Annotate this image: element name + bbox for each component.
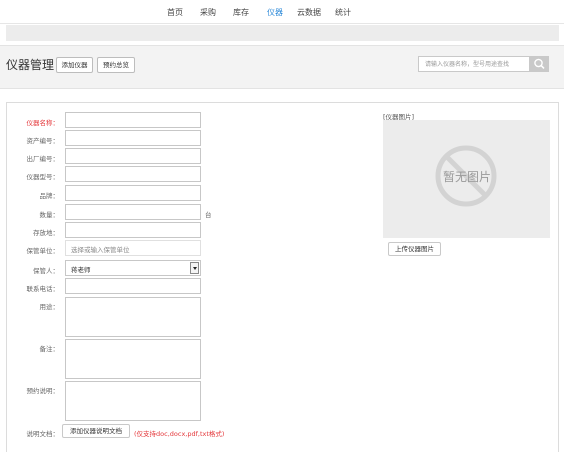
usage-textarea[interactable] bbox=[65, 297, 201, 337]
image-preview: 暂无图片 bbox=[383, 120, 550, 238]
nav-purchase[interactable]: 采购 bbox=[200, 7, 216, 18]
booking-overview-button[interactable]: 预约总览 bbox=[97, 57, 135, 73]
no-image-text: 暂无图片 bbox=[442, 170, 491, 184]
remark-label: 备注： bbox=[39, 345, 60, 353]
brand-label: 品牌： bbox=[39, 192, 60, 200]
add-instrument-button[interactable]: 添加仪器 bbox=[56, 57, 93, 73]
booking-note-label: 预约说明： bbox=[26, 387, 60, 395]
name-input[interactable] bbox=[65, 112, 201, 128]
keeper-select[interactable]: 蒋老师 bbox=[65, 260, 201, 276]
nav-home[interactable]: 首页 bbox=[167, 7, 183, 18]
search-button[interactable] bbox=[530, 56, 549, 72]
nav-cloud-data[interactable]: 云数据 bbox=[297, 7, 321, 18]
location-label: 存放地： bbox=[33, 229, 59, 237]
quantity-label: 数量： bbox=[39, 211, 60, 219]
search-input[interactable] bbox=[418, 56, 530, 72]
location-input[interactable] bbox=[65, 222, 201, 238]
model-label: 仪器型号： bbox=[26, 173, 60, 181]
phone-input[interactable] bbox=[65, 278, 201, 294]
chevron-down-icon[interactable] bbox=[190, 262, 199, 274]
add-document-button[interactable]: 添加仪器说明文档 bbox=[62, 424, 130, 438]
model-input[interactable] bbox=[65, 166, 201, 182]
factory-number-input[interactable] bbox=[65, 148, 201, 164]
asset-number-input[interactable] bbox=[65, 130, 201, 146]
brand-input[interactable] bbox=[65, 185, 201, 201]
instrument-form-panel: 仪器名称： 资产编号： 出厂编号： 仪器型号： 品牌： 数量： 台 存放地： 保… bbox=[6, 102, 559, 452]
breadcrumb-bar bbox=[6, 25, 559, 41]
factory-number-label: 出厂编号： bbox=[26, 155, 60, 163]
upload-image-button[interactable]: 上传仪器图片 bbox=[388, 242, 441, 256]
top-nav: 首页 采购 库存 仪器 云数据 统计 bbox=[0, 0, 564, 24]
page-header: 仪器管理 添加仪器 预约总览 bbox=[0, 45, 564, 89]
nav-instruments[interactable]: 仪器 bbox=[267, 7, 283, 18]
phone-label: 联系电话： bbox=[26, 285, 60, 293]
name-label: 仪器名称： bbox=[26, 119, 60, 127]
search-icon bbox=[534, 58, 545, 69]
nav-inventory[interactable]: 库存 bbox=[233, 7, 249, 18]
quantity-unit: 台 bbox=[205, 211, 212, 219]
document-format-hint: (仅支持doc,docx,pdf,txt格式) bbox=[134, 430, 225, 438]
custody-unit-placeholder: 选择或输入保管单位 bbox=[71, 246, 130, 254]
document-label: 说明文档： bbox=[26, 430, 60, 438]
custody-unit-label: 保管单位： bbox=[26, 247, 60, 255]
usage-label: 用途： bbox=[39, 303, 60, 311]
nav-statistics[interactable]: 统计 bbox=[335, 7, 351, 18]
remark-textarea[interactable] bbox=[65, 339, 201, 379]
custody-unit-input[interactable]: 选择或输入保管单位 bbox=[65, 240, 201, 256]
asset-number-label: 资产编号： bbox=[26, 137, 60, 145]
keeper-value: 蒋老师 bbox=[71, 266, 91, 274]
quantity-input[interactable] bbox=[65, 204, 201, 220]
booking-note-textarea[interactable] bbox=[65, 381, 201, 421]
keeper-label: 保管人： bbox=[33, 267, 59, 275]
page-title: 仪器管理 bbox=[6, 58, 55, 72]
